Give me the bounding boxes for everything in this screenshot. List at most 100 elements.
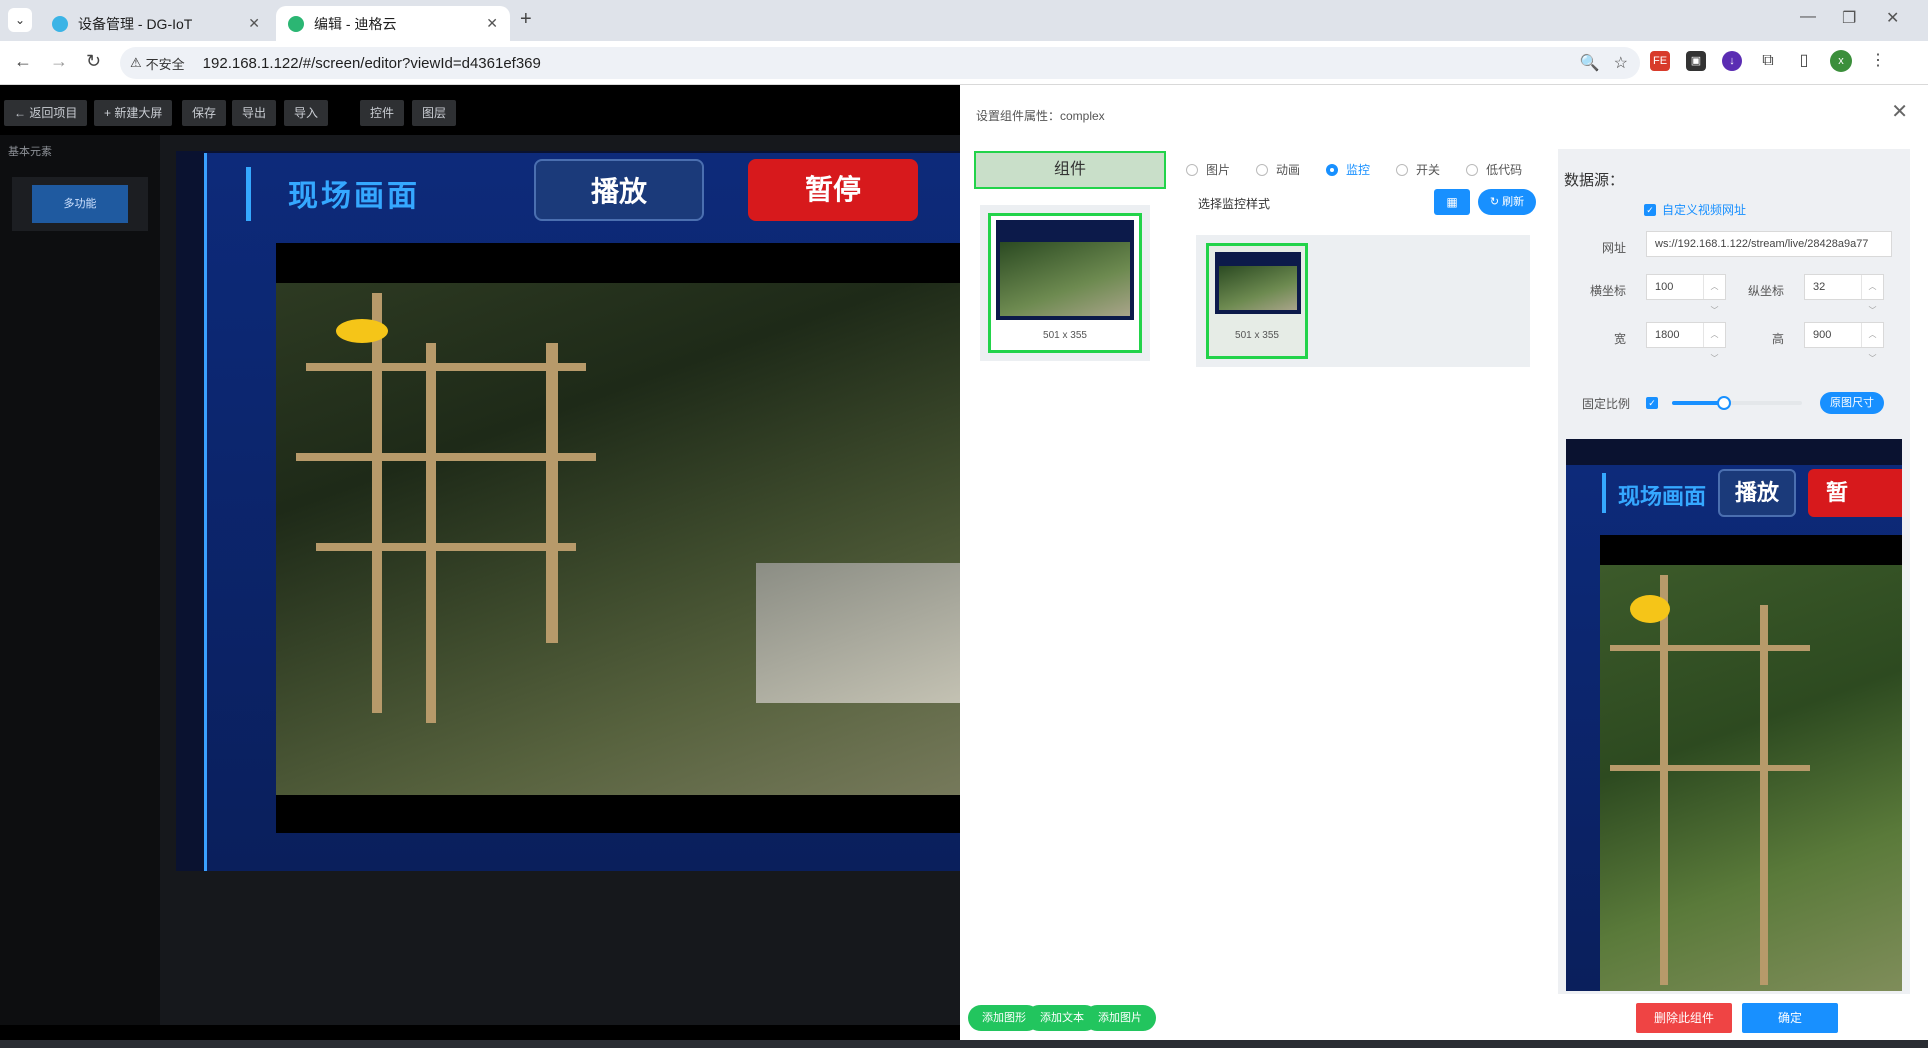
preview-video-image (1600, 565, 1902, 991)
editor-canvas[interactable]: 现场画面 播放 暂停 (160, 135, 984, 1025)
elements-panel: 基本元素 多功能 (0, 135, 160, 1025)
delete-component-button[interactable]: 删除此组件 (1636, 1003, 1732, 1033)
radio-label: 开关 (1416, 163, 1441, 177)
width-stepper[interactable]: ︿ ﹀ (1703, 323, 1725, 363)
pause-button[interactable]: 暂停 (748, 159, 918, 221)
y-label: 纵坐标 (1747, 284, 1784, 298)
digecloud-favicon-icon (288, 15, 304, 32)
slider-knob[interactable] (1717, 396, 1731, 410)
fixed-ratio-checkbox[interactable]: ✓ (1646, 397, 1658, 409)
element-card[interactable]: 多功能 (12, 177, 148, 231)
new-tab-icon[interactable]: + (520, 8, 532, 31)
export-button[interactable]: 导出 (232, 100, 277, 126)
tab-editor[interactable]: 编辑 - 迪格云 ✕ (276, 6, 510, 41)
extensions-row: FE ▣ ↓ ⧉ ▯ x ⋮ (1650, 50, 1888, 72)
scaffold-beam (306, 363, 586, 371)
puzzle-extensions-icon[interactable]: ⧉ (1758, 51, 1778, 71)
height-stepper[interactable]: ︿ ﹀ (1861, 323, 1883, 363)
x-stepper[interactable]: ︿ ﹀ (1703, 275, 1725, 315)
scaffold-beam (316, 543, 576, 551)
window-close-icon[interactable]: ✕ (1886, 8, 1899, 28)
layers-button[interactable]: 图层 (412, 100, 457, 126)
custom-video-url-checkbox[interactable]: ✓ 自定义视频网址 (1644, 201, 1746, 218)
datasource-title: 数据源： (1564, 172, 1625, 189)
forward-arrow-icon[interactable]: → (50, 51, 68, 72)
download-extension-icon[interactable]: ↓ (1722, 51, 1742, 71)
radio-label: 图片 (1206, 163, 1231, 177)
radio-lowcode[interactable]: 低代码 (1466, 161, 1522, 178)
original-size-button[interactable]: 原图尺寸 (1820, 392, 1884, 414)
new-screen-button[interactable]: + 新建大屏 (94, 100, 173, 126)
scaffold-pole (426, 343, 436, 723)
multifunction-element[interactable]: 多功能 (32, 185, 128, 223)
width-label: 宽 (1613, 332, 1626, 346)
back-arrow-icon[interactable]: ← (14, 51, 32, 72)
panel-title: 基本元素 (8, 146, 52, 158)
reload-icon[interactable]: ↻ (86, 51, 101, 72)
tab-device-management[interactable]: 设备管理 - DG-IoT ✕ (40, 6, 272, 41)
play-button[interactable]: 播放 (534, 159, 704, 221)
save-button[interactable]: 保存 (182, 100, 227, 126)
browser-tab-bar: ⌄ 设备管理 - DG-IoT ✕ 编辑 - 迪格云 ✕ + — ❐ ✕ (0, 0, 1928, 41)
preview-safety-ring (1630, 595, 1670, 623)
drawer-close-icon[interactable]: ✕ (1891, 99, 1908, 124)
radio-animation[interactable]: 动画 (1256, 161, 1300, 178)
close-icon[interactable]: ✕ (486, 15, 498, 32)
component-type-radios: 图片 动画 监控 开关 低代码 (1186, 161, 1522, 178)
minimize-icon[interactable]: — (1800, 8, 1816, 26)
restore-icon[interactable]: ❐ (1842, 8, 1856, 28)
back-to-project-button[interactable]: ← 返回项目 (4, 100, 88, 126)
checkbox-checked-icon[interactable]: ✓ (1644, 203, 1656, 216)
radio-dot[interactable] (1186, 163, 1198, 176)
security-indicator[interactable]: ⚠ 不安全 (130, 54, 185, 73)
radio-dot[interactable] (1396, 163, 1409, 176)
radio-dot[interactable] (1326, 163, 1339, 176)
preview-pause-button: 暂 (1808, 469, 1902, 517)
fe-extension-icon[interactable]: FE (1650, 51, 1670, 71)
safety-ring (336, 319, 388, 343)
screen-component[interactable]: 现场画面 播放 暂停 (176, 151, 984, 871)
preview-beam (1610, 765, 1810, 771)
close-icon[interactable]: ✕ (248, 15, 260, 32)
component-thumbnail-card[interactable]: 501 x 355 (980, 205, 1150, 361)
preview-accent-bar (1602, 473, 1606, 513)
radio-monitor[interactable]: 监控 (1326, 161, 1370, 178)
preview-pole (1660, 575, 1668, 985)
video-stream[interactable] (276, 243, 976, 833)
zoom-icon[interactable]: 🔍 (1580, 53, 1600, 73)
url-input[interactable]: ws://192.168.1.122/stream/live/28428a9a7… (1646, 231, 1892, 257)
controls-button[interactable]: 控件 (360, 100, 405, 126)
style-thumbnail-size: 501 x 355 (1235, 330, 1279, 341)
custom-url-label: 自定义视频网址 (1662, 203, 1747, 217)
width-input[interactable]: 1800 ︿ ﹀ (1646, 322, 1726, 363)
monitor-style-card[interactable]: 501 x 355 (1206, 243, 1308, 359)
game-extension-icon[interactable]: ▣ (1686, 51, 1706, 71)
confirm-button[interactable]: 确定 (1742, 1003, 1838, 1033)
x-coordinate-input[interactable]: 100 ︿ ﹀ (1646, 274, 1726, 315)
add-image-button[interactable]: 添加图片 (1084, 1005, 1156, 1031)
scale-slider[interactable] (1672, 396, 1802, 410)
address-bar-row: ← → ↻ ⚠ 不安全 192.168.1.122/#/screen/edito… (0, 41, 1928, 85)
menu-kebab-icon[interactable]: ⋮ (1868, 51, 1888, 71)
refresh-button[interactable]: ↻ 刷新 (1478, 189, 1536, 215)
grid-view-button[interactable]: ▦ (1434, 189, 1470, 215)
component-thumbnail-frame: 501 x 355 (988, 213, 1142, 353)
height-input[interactable]: 900 ︿ ﹀ (1804, 322, 1884, 363)
y-coordinate-input[interactable]: 32 ︿ ﹀ (1804, 274, 1884, 315)
tab-search-icon[interactable]: ⌄ (8, 8, 32, 32)
sidepanel-icon[interactable]: ▯ (1794, 51, 1814, 71)
radio-switch[interactable]: 开关 (1396, 161, 1440, 178)
radio-dot[interactable] (1256, 163, 1269, 176)
profile-avatar[interactable]: x (1830, 50, 1852, 72)
bookmark-star-icon[interactable]: ☆ (1614, 53, 1628, 73)
y-stepper[interactable]: ︿ ﹀ (1861, 275, 1883, 315)
radio-image[interactable]: 图片 (1186, 161, 1230, 178)
component-tab[interactable]: 组件 (974, 151, 1166, 189)
title-accent-bar (246, 167, 251, 221)
import-button[interactable]: 导入 (284, 100, 329, 126)
radio-dot[interactable] (1466, 163, 1479, 176)
url-text[interactable]: 192.168.1.122/#/screen/editor?viewId=d43… (203, 55, 541, 72)
component-settings-drawer: 设置组件属性：complex ✕ 组件 501 x 355 图片 动画 监控 开… (960, 85, 1928, 1048)
taskbar-strip (0, 1040, 1928, 1048)
omnibox[interactable]: ⚠ 不安全 192.168.1.122/#/screen/editor?view… (120, 47, 1640, 79)
